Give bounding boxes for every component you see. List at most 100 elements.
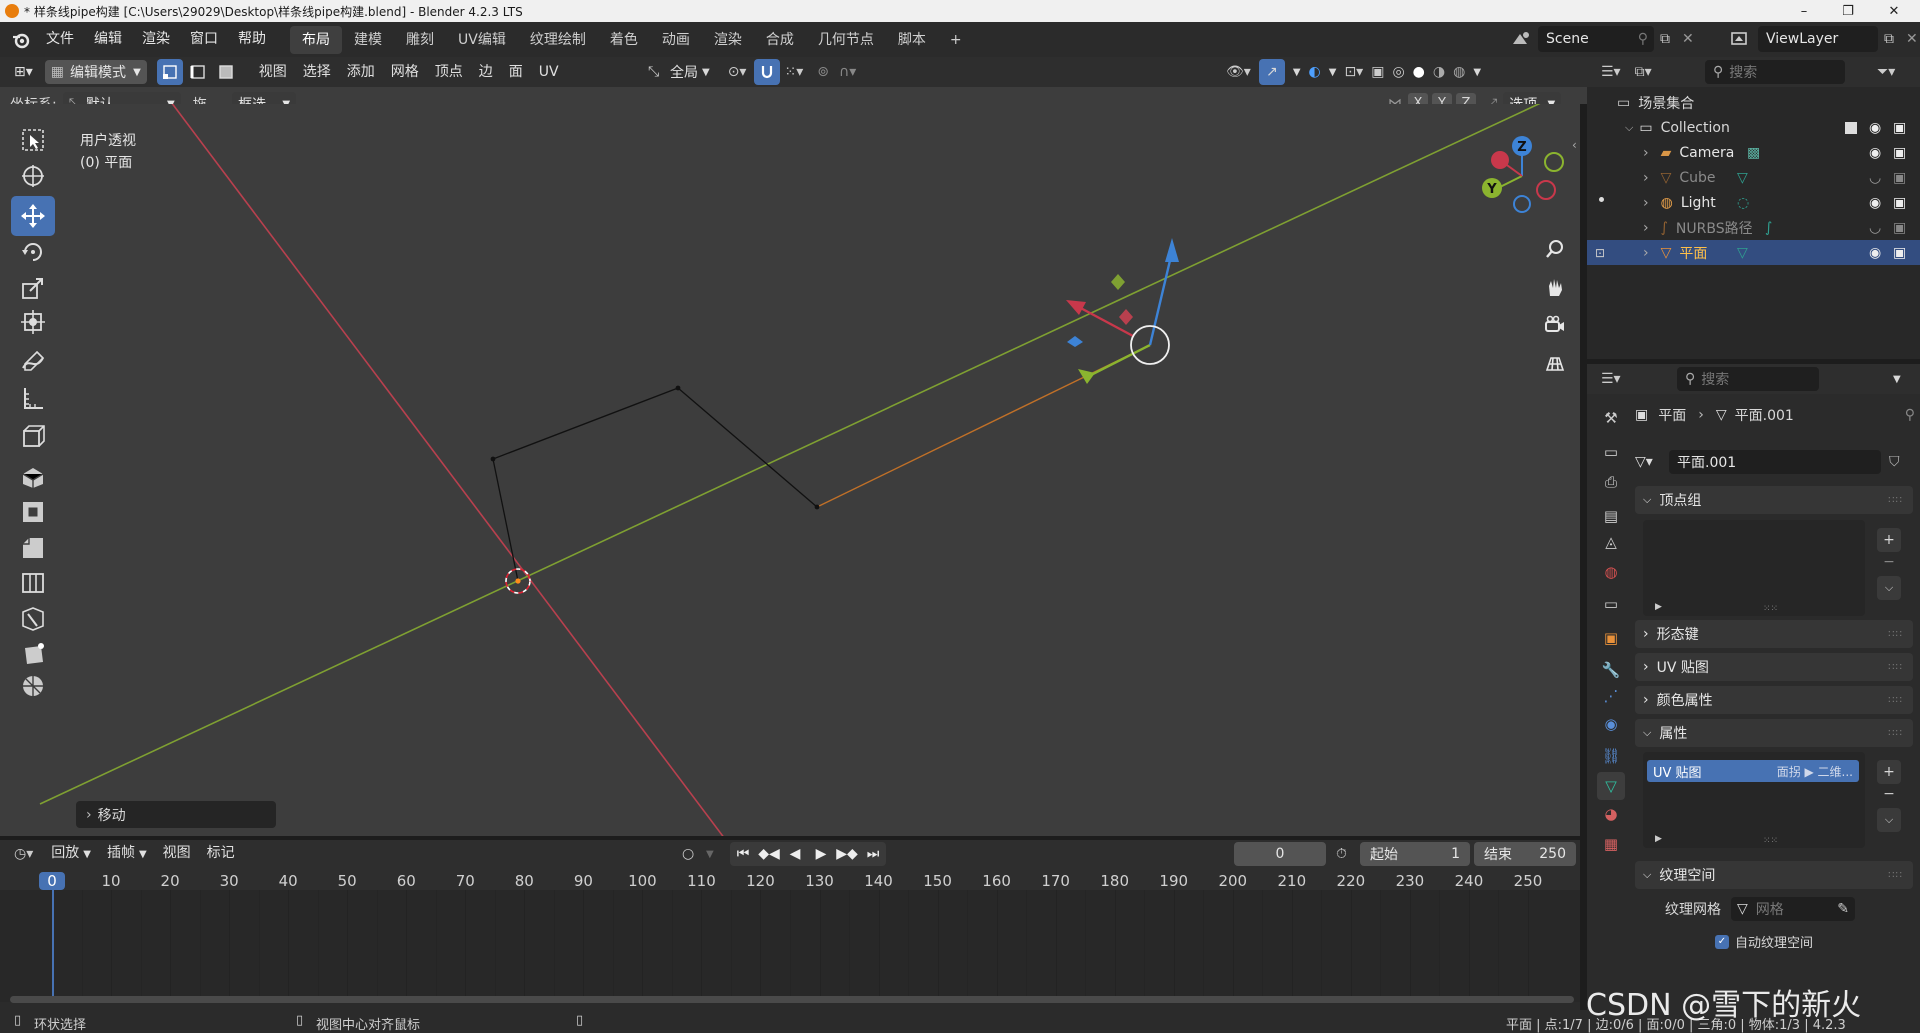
render-camera-icon[interactable]: ▣ xyxy=(1893,195,1906,211)
drag-grip-icon[interactable]: ∷∷ xyxy=(1888,695,1903,706)
use-preview-range-icon[interactable]: ⏱ xyxy=(1336,846,1347,862)
delete-view-layer-icon[interactable]: ✕ xyxy=(1906,31,1920,47)
display-mode-icon[interactable]: ⧉▾ xyxy=(1635,64,1652,80)
timeline-editor-icon[interactable]: ◷▾ xyxy=(14,846,33,862)
cursor-tool[interactable] xyxy=(11,156,55,196)
transform-orientation-icon[interactable]: ⤡ xyxy=(648,64,670,80)
drag-grip-icon[interactable]: ∷∷ xyxy=(1888,728,1903,739)
navigation-gizmo[interactable]: Z Y xyxy=(1470,132,1566,228)
mesh-overlay-icon[interactable]: ⊡▾ xyxy=(1344,64,1363,80)
drag-grip-icon[interactable]: ∷∷ xyxy=(1888,495,1903,506)
world-tab-icon[interactable]: ◍ xyxy=(1597,558,1625,586)
material-tab-icon[interactable]: ◕ xyxy=(1597,800,1625,828)
eye-closed-icon[interactable]: ◡ xyxy=(1869,220,1881,236)
physics-tab-icon[interactable]: ◉ xyxy=(1597,710,1625,738)
outliner-item[interactable]: › ◍ Light ◌ ◉ ▣ xyxy=(1587,190,1920,215)
camera-view-icon[interactable] xyxy=(1538,308,1572,342)
gizmo-z-arrowhead[interactable] xyxy=(1165,238,1179,262)
gizmo-toggle-icon[interactable]: ↗ xyxy=(1258,59,1285,85)
menu-item[interactable]: 帮助 xyxy=(228,22,276,57)
blender-menu-icon[interactable] xyxy=(10,29,32,51)
chevron-right-icon[interactable]: › xyxy=(1643,170,1649,186)
gizmo-x-arrowhead[interactable] xyxy=(1066,300,1086,315)
current-frame-field[interactable]: 0 xyxy=(1234,842,1326,866)
overlay-dropdown-icon[interactable]: ▼ xyxy=(1329,67,1337,78)
gizmo-y-arrowhead[interactable] xyxy=(1078,369,1095,384)
viewport-menu-item[interactable]: 选择 xyxy=(295,58,339,86)
new-scene-icon[interactable]: ⧉ xyxy=(1660,31,1682,47)
menu-item[interactable]: 窗口 xyxy=(180,22,228,57)
render-camera-icon[interactable]: ▣ xyxy=(1893,120,1906,136)
outliner-scene-collection[interactable]: ▭ 场景集合 xyxy=(1587,90,1920,115)
attribute-menu-icon[interactable]: ⌵ xyxy=(1877,808,1901,832)
mesh-data-icon[interactable]: ▽ xyxy=(1737,245,1748,261)
xray-toggle-icon[interactable]: ▣ xyxy=(1371,64,1384,80)
workspace-tab[interactable]: 几何节点 xyxy=(806,26,886,54)
shading-wireframe-icon[interactable]: ◎ xyxy=(1392,64,1404,80)
mesh-vertex-selected[interactable] xyxy=(515,578,521,584)
auto-texture-space-checkbox[interactable]: ✓ xyxy=(1715,934,1729,949)
workspace-tab[interactable]: 脚本 xyxy=(886,26,938,54)
particles-tab-icon[interactable]: ⋰ xyxy=(1597,682,1625,710)
render-camera-icon[interactable]: ▣ xyxy=(1893,220,1906,236)
outliner-item[interactable]: › ▰ Camera ▩ ◉ ▣ xyxy=(1587,140,1920,165)
add-cube-tool[interactable] xyxy=(11,416,55,456)
timeline-menu-item[interactable]: 插帧 ▼ xyxy=(99,839,155,869)
start-frame-field[interactable]: 起始 1 xyxy=(1360,842,1470,866)
expand-triangle-icon[interactable]: ▶ xyxy=(1655,834,1662,844)
texture-space-panel-header[interactable]: ⌵ 纹理空间 ∷∷ xyxy=(1635,861,1913,889)
mesh-vertex[interactable] xyxy=(490,456,496,462)
proportional-edit-icon[interactable]: ⊚ xyxy=(817,64,829,80)
viewport-menu-item[interactable]: 边 xyxy=(471,58,501,86)
add-workspace-button[interactable]: + xyxy=(938,26,974,54)
gizmo-plane-xy[interactable] xyxy=(1067,336,1083,347)
close-button[interactable]: ✕ xyxy=(1874,0,1914,22)
camera-data-icon[interactable]: ▩ xyxy=(1747,145,1760,161)
outliner-search[interactable]: ⚲ 搜索 xyxy=(1705,60,1845,84)
curve-data-icon[interactable]: ∫ xyxy=(1765,220,1772,236)
add-attribute-button[interactable]: + xyxy=(1877,760,1901,784)
properties-search[interactable]: ⚲ 搜索 xyxy=(1677,367,1819,391)
menu-item[interactable]: 文件 xyxy=(36,22,84,57)
edit-mode-indicator-icon[interactable]: ⊡ xyxy=(1595,246,1605,260)
data-tab-icon[interactable]: ▽ xyxy=(1597,772,1625,800)
constraints-tab-icon[interactable]: ⛓ xyxy=(1597,742,1625,770)
collection-tab-icon[interactable]: ▭ xyxy=(1597,590,1625,618)
properties-editor-icon[interactable]: ☰▾ xyxy=(1601,371,1621,387)
measure-tool[interactable] xyxy=(11,378,55,418)
jump-end-icon[interactable]: ⏭ xyxy=(860,846,886,862)
falloff-icon[interactable]: ∩▾ xyxy=(839,64,856,80)
workspace-tab[interactable]: UV编辑 xyxy=(446,26,518,54)
workspace-tab[interactable]: 动画 xyxy=(650,26,702,54)
scene-tab-icon[interactable]: ◬ xyxy=(1597,528,1625,556)
edge-select-icon[interactable] xyxy=(185,59,211,85)
visibility-eye-icon[interactable]: ◉ xyxy=(1869,120,1881,136)
shading-rendered-icon[interactable]: ◍ xyxy=(1453,64,1465,80)
editor-type-icon[interactable]: ⊞▾ xyxy=(6,58,41,86)
playhead-line[interactable] xyxy=(52,890,54,1000)
timeline-menu-item[interactable]: 视图 xyxy=(155,839,199,869)
sidebar-toggle-icon[interactable]: ‹ xyxy=(1572,138,1577,152)
drag-grip-icon[interactable]: ∷∷ xyxy=(1888,662,1903,673)
eye-closed-icon[interactable]: ◡ xyxy=(1869,170,1881,186)
mode-select[interactable]: ▦ 编辑模式 ▼ xyxy=(44,60,147,84)
maximize-button[interactable]: ❐ xyxy=(1828,0,1868,22)
shading-material-icon[interactable]: ◑ xyxy=(1433,64,1445,80)
new-view-layer-icon[interactable]: ⧉ xyxy=(1884,31,1906,47)
view-layer-tab-icon[interactable]: ▤ xyxy=(1597,502,1625,530)
workspace-tab[interactable]: 合成 xyxy=(754,26,806,54)
pivot-point-icon[interactable]: ⊙▾ xyxy=(728,64,747,80)
properties-options-icon[interactable]: ▼ xyxy=(1893,374,1901,385)
mesh-browse-icon[interactable]: ▽▾ xyxy=(1635,454,1669,470)
keying-dropdown-icon[interactable]: ▼ xyxy=(706,849,714,860)
color-attributes-panel-header[interactable]: › 颜色属性 ∷∷ xyxy=(1635,686,1913,714)
visibility-eye-icon[interactable]: ◉ xyxy=(1869,195,1881,211)
snap-target-icon[interactable]: ⁙▾ xyxy=(784,64,803,80)
render-tab-icon[interactable]: ▭ xyxy=(1597,438,1625,466)
render-camera-icon[interactable]: ▣ xyxy=(1893,170,1906,186)
ortho-toggle-icon[interactable] xyxy=(1538,346,1572,380)
face-select-icon[interactable] xyxy=(213,59,239,85)
drag-grip-icon[interactable]: ∷∷ xyxy=(1888,629,1903,640)
workspace-tab[interactable]: 纹理绘制 xyxy=(518,26,598,54)
add-vertex-group-button[interactable]: + xyxy=(1877,528,1901,552)
